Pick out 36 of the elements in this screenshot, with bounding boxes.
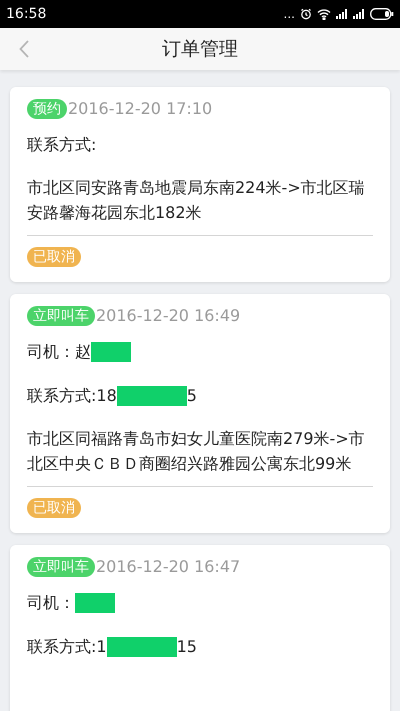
route-text: 市北区同安路青岛地震局东南224米->市北区瑞安路馨海花园东北182米 xyxy=(27,177,366,224)
status-tag: 已取消 xyxy=(27,498,81,518)
alarm-icon xyxy=(300,8,312,20)
status-time: 16:58 xyxy=(6,4,46,24)
redaction-block xyxy=(91,342,131,362)
field-label: 联系方式: xyxy=(27,636,96,658)
order-card[interactable]: 立即叫车 2016-12-20 16:47 司机： 联系方式:1 15 xyxy=(10,545,390,711)
order-type-tag: 立即叫车 xyxy=(27,306,95,326)
more-indicator: ... xyxy=(284,8,295,20)
field-label: 司机： xyxy=(27,592,75,614)
wifi-icon xyxy=(317,8,331,20)
signal-icon xyxy=(336,9,348,19)
order-card[interactable]: 预约 2016-12-20 17:10 联系方式: 市北区同安路青岛地震局东南224米->市北区瑞安路馨海花园东北182米 已取消 xyxy=(10,87,390,282)
order-time: 2016-12-20 17:10 xyxy=(68,98,212,120)
battery-icon xyxy=(370,8,394,20)
status-tag: 已取消 xyxy=(27,247,81,267)
field-label: 司机： xyxy=(27,341,75,363)
field-label: 联系方式: xyxy=(27,134,96,156)
back-icon xyxy=(19,40,29,58)
redaction-block xyxy=(106,637,177,657)
page-title: 订单管理 xyxy=(162,36,238,62)
field-label: 联系方式: xyxy=(27,385,96,407)
route-text: 市北区同福路青岛市妇女儿童医院南279米->市北区中央ＣＢＤ商圈绍兴路雅园公寓东北99米 xyxy=(27,428,366,475)
field-value: 15 xyxy=(176,636,197,658)
order-type-tag: 预约 xyxy=(27,99,67,119)
field-value: 赵 xyxy=(75,341,91,363)
field-value: 1 xyxy=(96,636,107,658)
order-type-tag: 立即叫车 xyxy=(27,557,95,577)
field-value: 5 xyxy=(186,385,197,407)
field-value: 18 xyxy=(96,385,117,407)
order-card[interactable]: 立即叫车 2016-12-20 16:49 司机：赵 联系方式:18 5 市北区同福路青岛市妇女儿童医院南279米->市北区中央ＣＢＤ商圈绍兴路雅园公寓东北99米 已取消 xyxy=(10,294,390,533)
signal-icon xyxy=(353,9,365,19)
redaction-block xyxy=(116,386,187,406)
redaction-block xyxy=(75,593,115,613)
order-time: 2016-12-20 16:49 xyxy=(96,305,240,327)
order-time: 2016-12-20 16:47 xyxy=(96,556,240,578)
